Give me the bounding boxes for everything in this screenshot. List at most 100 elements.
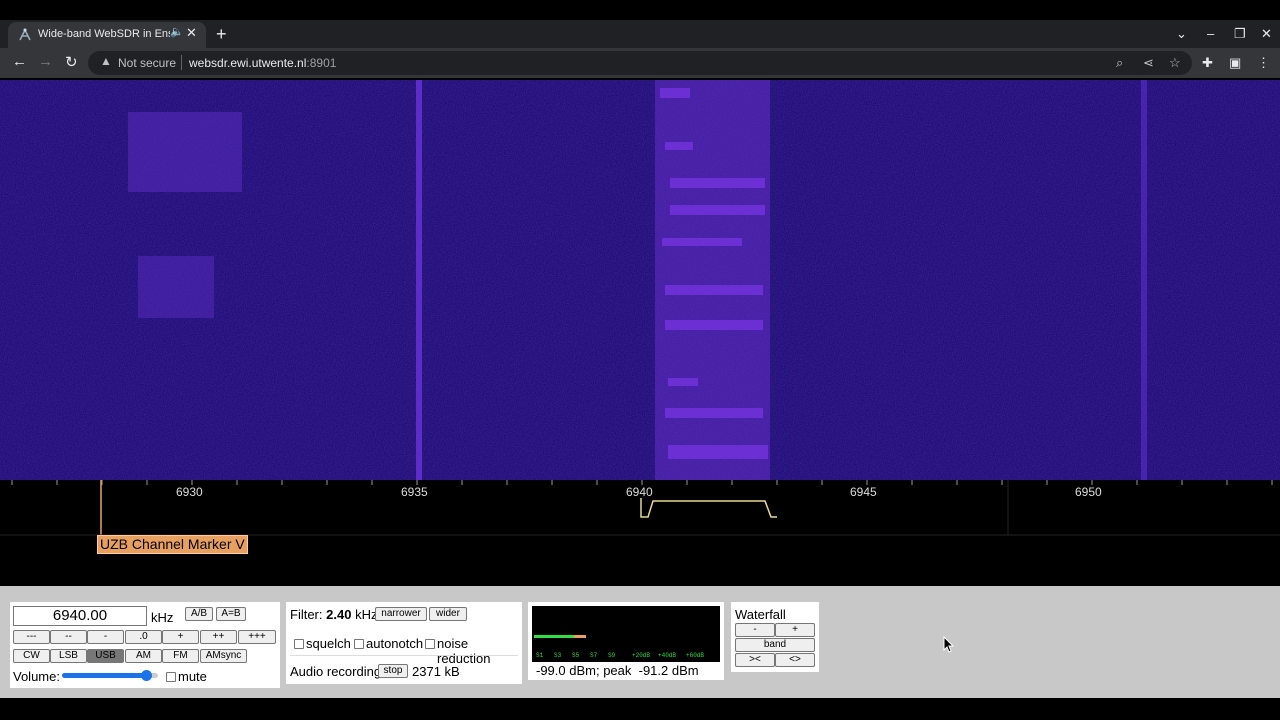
noise-reduction-checkbox[interactable] — [425, 639, 435, 649]
close-window-icon[interactable]: ✕ — [1261, 26, 1272, 42]
tick-label-6935: 6935 — [401, 485, 428, 499]
tick-label-6930: 6930 — [176, 485, 203, 499]
browser-tab[interactable]: Wide-band WebSDR in Ensch 🔈 ✕ — [8, 22, 206, 48]
smeter-display: S1 S3 S5 S7 S9 +20dB +40dB +60dB — [532, 606, 720, 662]
step-up-large-button[interactable]: +++ — [238, 630, 276, 644]
waterfall-image — [0, 80, 1280, 480]
smeter-scale-s7: S7 — [590, 652, 598, 659]
address-bar[interactable]: ▲ Not secure websdr.ewi.utwente.nl:8901 … — [88, 51, 1192, 75]
smeter-scale: S1 S3 S5 S7 S9 +20dB +40dB +60dB — [536, 652, 716, 662]
mode-lsb-button[interactable]: LSB — [50, 649, 87, 663]
frequency-panel: 6940.00 kHz A/B A=B --- -- - .0 + ++ +++… — [10, 602, 280, 688]
passband-outline — [640, 498, 777, 518]
new-tab-icon[interactable]: + — [216, 24, 227, 44]
tick-label-6945: 6945 — [850, 485, 877, 499]
waterfall-zoom-panel: Waterfall zoom - + band >< <> — [731, 602, 819, 672]
squelch-checkbox[interactable] — [294, 639, 304, 649]
step-up-medium-button[interactable]: ++ — [200, 630, 237, 644]
zoom-icon[interactable]: ⌕ — [1116, 55, 1123, 71]
stop-recording-button[interactable]: stop — [378, 664, 408, 678]
smeter-scale-60db: +60dB — [686, 652, 705, 659]
volume-slider-thumb[interactable] — [141, 670, 153, 681]
minimize-icon[interactable]: – — [1207, 26, 1214, 41]
autonotch-label: autonotch — [366, 636, 424, 651]
websdr-favicon-icon — [18, 28, 32, 42]
tick-label-6940: 6940 — [626, 485, 653, 499]
filter-divider — [290, 655, 518, 656]
bookmark-star-icon[interactable]: ☆ — [1169, 55, 1181, 71]
mode-cw-button[interactable]: CW — [13, 649, 50, 663]
autonotch-checkbox[interactable] — [354, 639, 364, 649]
mode-usb-button[interactable]: USB — [87, 649, 124, 663]
a-equals-b-button[interactable]: A=B — [216, 607, 246, 621]
zoom-out-button[interactable]: - — [735, 623, 775, 637]
mode-fm-button[interactable]: FM — [162, 649, 199, 663]
url-separator — [181, 55, 182, 70]
mode-amsync-button[interactable]: AMsync — [200, 649, 247, 663]
back-icon[interactable]: ← — [12, 53, 27, 70]
noise-reduction-label: noise reduction — [437, 636, 491, 666]
zoom-band-button[interactable]: band — [735, 638, 815, 652]
step-up-small-button[interactable]: + — [162, 630, 199, 644]
step-down-small-button[interactable]: - — [87, 630, 124, 644]
tab-search-icon[interactable]: ⌄ — [1176, 26, 1187, 42]
zoom-narrow-button[interactable]: >< — [735, 653, 775, 667]
reload-icon[interactable]: ↻ — [65, 53, 78, 71]
frequency-scale[interactable]: 6930 6935 6940 6945 6950 UZB Channel Mar… — [0, 480, 1280, 586]
share-icon[interactable]: ⋖ — [1143, 55, 1154, 71]
waterfall-display[interactable] — [0, 80, 1280, 480]
speaker-icon[interactable]: 🔈 — [170, 25, 184, 38]
volume-slider-fill — [62, 673, 147, 678]
close-tab-icon[interactable]: ✕ — [186, 25, 197, 41]
tab-title: Wide-band WebSDR in Ensch — [38, 28, 170, 40]
smeter-panel: S1 S3 S5 S7 S9 +20dB +40dB +60dB -99.0 d… — [528, 602, 724, 680]
smeter-scale-20db: +20dB — [632, 652, 651, 659]
forward-icon[interactable]: → — [38, 53, 53, 70]
squelch-label: squelch — [306, 636, 351, 651]
narrower-button[interactable]: narrower — [375, 607, 427, 621]
round-frequency-button[interactable]: .0 — [125, 630, 162, 644]
step-down-large-button[interactable]: --- — [13, 630, 50, 644]
smeter-readout: -99.0 dBm; peak -91.2 dBm — [536, 663, 699, 678]
filter-label: Filter: — [290, 607, 323, 622]
smeter-scale-s5: S5 — [572, 652, 580, 659]
volume-label: Volume: — [13, 669, 60, 684]
smeter-peak-marker — [573, 635, 586, 638]
mute-label: mute — [178, 669, 207, 684]
screen-top-border — [0, 0, 1280, 20]
frequency-input[interactable]: 6940.00 — [13, 606, 147, 626]
screen-bottom-border — [0, 698, 1280, 720]
filter-value: 2.40 — [326, 607, 352, 622]
wider-button[interactable]: wider — [429, 607, 467, 621]
channel-marker-label[interactable]: UZB Channel Marker V — [97, 535, 248, 554]
url-text[interactable]: websdr.ewi.utwente.nl:8901 — [189, 56, 336, 70]
smeter-level-bar — [534, 635, 574, 638]
smeter-scale-40db: +40dB — [658, 652, 677, 659]
warning-icon[interactable]: ▲ — [100, 54, 112, 68]
control-area: 6940.00 kHz A/B A=B --- -- - .0 + ++ +++… — [0, 586, 1280, 698]
smeter-scale-s9: S9 — [608, 652, 616, 659]
filter-panel: Filter: 2.40 kHz narrower wider squelch … — [286, 602, 522, 684]
frequency-unit: kHz — [151, 610, 174, 625]
url-port: :8901 — [306, 56, 337, 70]
not-secure-label[interactable]: Not secure — [118, 56, 176, 70]
zoom-in-button[interactable]: + — [775, 623, 815, 637]
zoom-widen-button[interactable]: <> — [775, 653, 815, 667]
smeter-scale-s3: S3 — [554, 652, 562, 659]
volume-slider[interactable] — [62, 670, 158, 681]
filter-readout: Filter: 2.40 kHz — [290, 607, 377, 622]
tick-label-6950: 6950 — [1075, 485, 1102, 499]
audio-recording-label: Audio recording — [290, 664, 382, 679]
ab-button[interactable]: A/B — [185, 607, 213, 621]
mute-checkbox[interactable] — [166, 672, 176, 682]
recording-size: 2371 kB — [412, 664, 460, 679]
mode-am-button[interactable]: AM — [125, 649, 162, 663]
smeter-scale-s1: S1 — [536, 652, 544, 659]
url-host: websdr.ewi.utwente.nl — [189, 56, 307, 70]
extensions-icon[interactable]: ✚ — [1202, 55, 1213, 71]
restore-icon[interactable]: ❐ — [1234, 26, 1246, 42]
menu-icon[interactable]: ⋮ — [1257, 55, 1270, 71]
mouse-cursor-icon — [943, 636, 955, 653]
step-down-medium-button[interactable]: -- — [50, 630, 87, 644]
side-panel-icon[interactable]: ▣ — [1229, 55, 1241, 71]
